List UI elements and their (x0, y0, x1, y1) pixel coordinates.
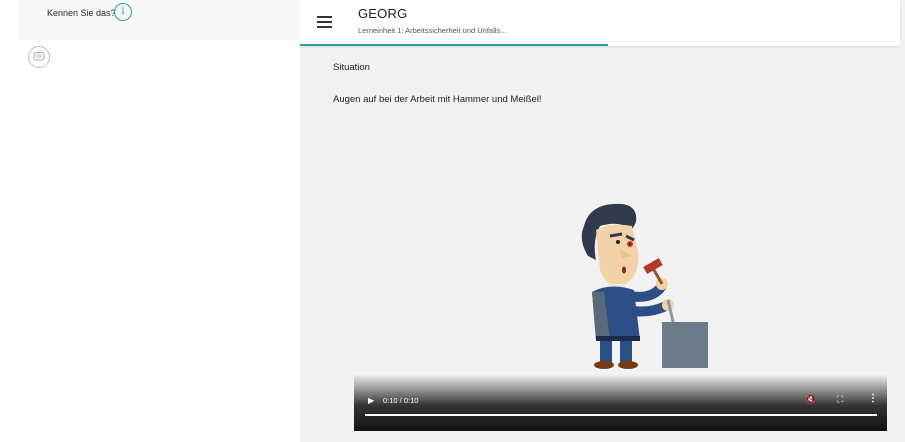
question-card (19, 0, 300, 40)
play-icon[interactable]: ▶ (368, 396, 374, 405)
video-time: 0:10 / 0:10 (383, 396, 419, 405)
hamburger-menu-icon[interactable] (317, 16, 332, 28)
chat-bubble-icon-glyph (33, 52, 45, 61)
app-bar: GEORG Lerneinheit 1: Arbeitssicherheit u… (300, 0, 900, 46)
app-subtitle: Lerneinheit 1: Arbeitssicherheit und Unf… (358, 26, 507, 35)
situation-text: Augen auf bei der Arbeit mit Hammer und … (333, 94, 542, 105)
video-progress-fill (365, 414, 877, 416)
mute-icon[interactable]: 🔇 (805, 394, 816, 405)
info-icon[interactable]: i (114, 3, 132, 21)
main-panel: GEORG Lerneinheit 1: Arbeitssicherheit u… (300, 0, 905, 442)
video-progress-bar[interactable] (365, 414, 877, 416)
question-text: Kennen Sie das? (47, 8, 116, 18)
active-indicator (300, 44, 608, 46)
more-options-icon[interactable]: ⋮ (868, 393, 878, 404)
fullscreen-icon[interactable]: ⛶ (837, 394, 843, 405)
worker-illustration (581, 203, 708, 369)
left-panel: Kennen Sie das? i (0, 0, 300, 442)
chat-bubble-icon[interactable] (28, 46, 50, 68)
video-controls: ▶ 0:10 / 0:10 🔇 ⛶ ⋮ (354, 374, 887, 431)
situation-heading: Situation (333, 62, 370, 73)
app-title: GEORG (358, 6, 408, 21)
